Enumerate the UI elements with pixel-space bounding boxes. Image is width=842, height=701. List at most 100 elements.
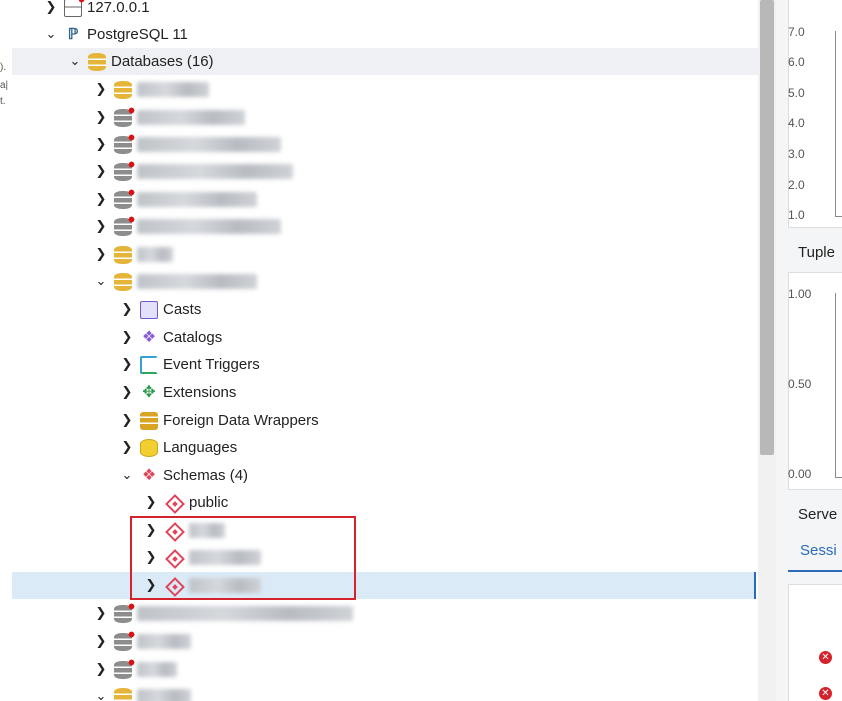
chevron-right-icon[interactable]: ❯ [120,357,134,372]
clipped-text-1: ). [0,62,7,73]
chevron-right-icon[interactable]: ❯ [144,495,158,510]
redacted-label [137,634,191,649]
tab-active-underline [788,570,842,572]
chevron-down-icon[interactable]: ⌄ [120,468,134,483]
chevron-right-icon[interactable]: ❯ [44,0,58,15]
tree-node-schema-public[interactable]: ❯ public [12,489,758,516]
chevron-right-icon[interactable]: ❯ [120,330,134,345]
chevron-right-icon[interactable]: ❯ [120,385,134,400]
tree-node-database[interactable]: ❯ [12,600,758,627]
redacted-label [137,137,281,152]
tree-node-database[interactable]: ❯ [12,76,758,103]
schema-icon [165,493,185,514]
tree-node-database[interactable]: ❯ [12,241,758,268]
chevron-right-icon[interactable]: ❯ [94,247,108,262]
y-tick-label: 4.0 [788,116,805,130]
tree-node-schema-selected[interactable]: ❯ [12,572,756,599]
redacted-label [137,247,173,262]
chevron-right-icon[interactable]: ❯ [144,523,158,538]
postgresql-elephant-icon: ℙ [67,25,79,43]
chevron-right-icon[interactable]: ❯ [94,219,108,234]
y-tick-label: 0.00 [788,467,812,481]
y-tick-label: 0.50 [788,377,812,391]
tree-node-schema[interactable]: ❯ [12,517,758,544]
terminate-session-icon[interactable]: ✕ [819,651,832,664]
database-disconnected-icon [114,630,135,651]
extensions-icon: ✥ [142,383,156,401]
y-tick-label: 3.0 [788,147,805,161]
chart-plot-area [835,293,842,478]
chevron-right-icon[interactable]: ❯ [94,192,108,207]
tree-node-database[interactable]: ❯ [12,158,758,185]
database-disconnected-icon [114,133,135,154]
tree-node-database-expanded[interactable]: ⌄ [12,268,758,295]
redacted-label [137,219,281,234]
object-browser-tree: ❯ 127.0.0.1 ⌄ ℙ PostgreSQL 11 ⌄ Database… [12,0,758,701]
chevron-right-icon[interactable]: ❯ [144,578,158,593]
tree-node-label: Schemas (4) [163,467,249,484]
chart-panel-transactions: 7.0 6.0 5.0 4.0 3.0 2.0 1.0 [788,0,842,228]
chevron-right-icon[interactable]: ❯ [94,662,108,677]
database-disconnected-icon [114,188,135,209]
tree-node-label: Casts [163,301,202,318]
tree-node-database[interactable]: ❯ [12,131,758,158]
tree-node-label: Event Triggers [163,356,260,373]
database-disconnected-icon [114,106,135,127]
casts-icon [140,300,158,319]
y-tick-label: 7.0 [788,25,805,39]
tree-node-foreign-data-wrappers[interactable]: ❯ Foreign Data Wrappers [12,407,758,434]
foreign-data-wrappers-icon [140,411,158,430]
tree-node-label: Catalogs [163,329,223,346]
chevron-right-icon[interactable]: ❯ [94,110,108,125]
tree-node-label: Languages [163,439,238,456]
chevron-down-icon[interactable]: ⌄ [94,274,108,289]
y-tick-label: 6.0 [788,55,805,69]
redacted-label [137,164,293,179]
tree-node-event-triggers[interactable]: ❯ Event Triggers [12,351,758,378]
tree-node-database[interactable]: ❯ [12,186,758,213]
database-icon [114,80,132,99]
y-tick-label: 5.0 [788,86,805,100]
tree-node-database[interactable]: ❯ [12,628,758,655]
terminate-session-icon[interactable]: ✕ [819,687,832,700]
tree-node-databases[interactable]: ⌄ Databases (16) [12,48,758,75]
database-disconnected-icon [114,160,135,181]
chevron-right-icon[interactable]: ❯ [94,606,108,621]
chevron-right-icon[interactable]: ❯ [120,440,134,455]
chevron-right-icon[interactable]: ❯ [144,550,158,565]
tree-node-extensions[interactable]: ❯ ✥ Extensions [12,379,758,406]
tree-node-casts[interactable]: ❯ Casts [12,296,758,323]
tab-sessions[interactable]: Sessi [800,542,837,559]
database-icon [114,245,132,264]
chevron-right-icon[interactable]: ❯ [94,164,108,179]
database-disconnected-icon [114,602,135,623]
y-tick-label: 1.0 [788,208,805,222]
tree-node-server-host[interactable]: ❯ 127.0.0.1 [12,0,758,21]
tree-node-languages[interactable]: ❯ Languages [12,434,758,461]
chevron-down-icon[interactable]: ⌄ [44,27,58,42]
clipped-text-3: t. [0,96,6,107]
event-triggers-icon [140,355,158,374]
tree-node-database[interactable]: ❯ [12,213,758,240]
tree-node-database[interactable]: ❯ [12,104,758,131]
tree-node-postgresql[interactable]: ⌄ ℙ PostgreSQL 11 [12,21,758,48]
tree-scrollbar-thumb[interactable] [760,0,774,455]
tree-node-database-expanded[interactable]: ⌄ [12,683,758,701]
chevron-down-icon[interactable]: ⌄ [68,54,82,69]
tree-node-schemas[interactable]: ⌄ ❖ Schemas (4) [12,462,758,489]
chart-panel-tuples: 1.00 0.50 0.00 [788,272,842,490]
tree-node-catalogs[interactable]: ❯ ❖ Catalogs [12,324,758,351]
chevron-right-icon[interactable]: ❯ [120,413,134,428]
chevron-right-icon[interactable]: ❯ [120,302,134,317]
tree-node-schema[interactable]: ❯ [12,544,758,571]
server-icon [64,0,85,17]
chevron-right-icon[interactable]: ❯ [94,634,108,649]
chevron-right-icon[interactable]: ❯ [94,82,108,97]
tree-node-database[interactable]: ❯ [12,656,758,683]
tree-node-label: PostgreSQL 11 [87,26,188,43]
schemas-icon: ❖ [141,466,157,484]
chevron-down-icon[interactable]: ⌄ [94,689,108,701]
chevron-right-icon[interactable]: ❯ [94,137,108,152]
tree-node-label: Foreign Data Wrappers [163,412,319,429]
redacted-label [189,550,261,565]
